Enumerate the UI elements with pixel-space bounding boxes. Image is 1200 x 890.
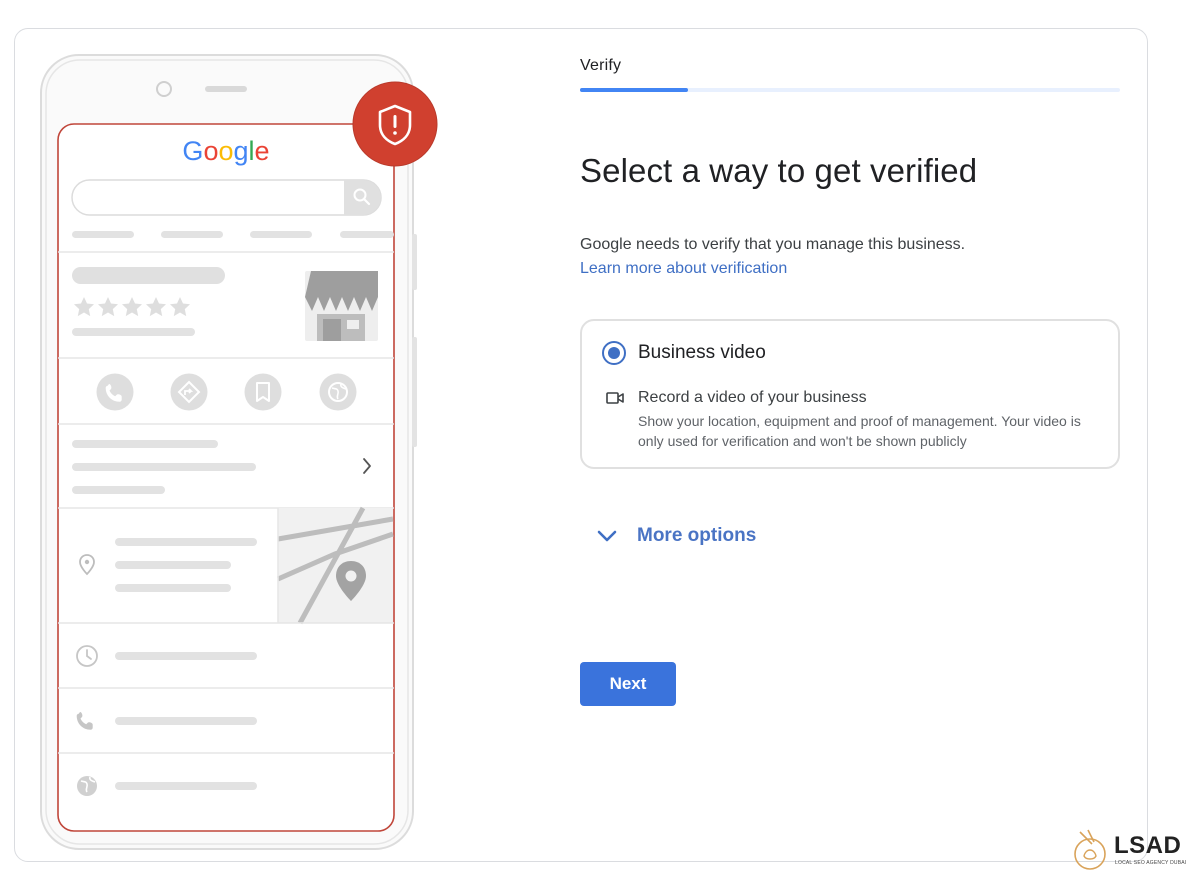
verification-option-card[interactable]: Business video Record a video of your bu… [580,319,1120,469]
more-options-label: More options [637,525,757,546]
verification-card: Google Verify Select a way to get verifi… [14,28,1148,862]
logo-text: LSAD [1114,832,1182,859]
chevron-down-icon [597,530,617,542]
svg-text:Google: Google [182,136,269,166]
progress-bar [580,88,1120,92]
next-button[interactable]: Next [580,662,676,706]
step-label: Verify [580,57,622,74]
progress-fill [580,88,688,92]
description-text: Google needs to verify that you manage t… [580,236,966,253]
option-help-text: Show your location, equipment and proof … [638,413,1081,449]
option-title: Business video [638,342,766,363]
learn-more-link[interactable]: Learn more about verification [580,260,787,278]
radio-selected-dot [608,347,620,359]
video-camera-icon [606,392,624,404]
page-title: Select a way to get verified [580,152,978,189]
more-options-toggle[interactable]: More options [595,524,756,548]
phone-illustration: Google [40,54,438,850]
lsad-logo: LSAD LOCAL SEO AGENCY DUBAI [1068,826,1186,872]
logo-subtitle: LOCAL SEO AGENCY DUBAI [1115,860,1187,866]
option-subtitle: Record a video of your business [638,389,867,406]
logo-mark-icon [1074,829,1106,870]
option-radio[interactable] [602,341,626,365]
